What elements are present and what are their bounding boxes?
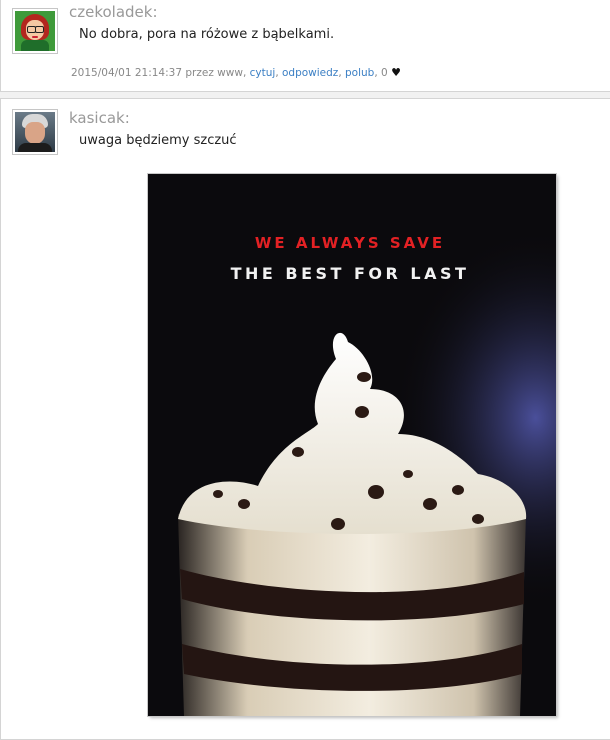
likes-count: 0 [381, 67, 388, 79]
avatar[interactable] [12, 109, 58, 155]
post-author: www [217, 67, 243, 79]
avatar-image [15, 11, 55, 51]
heart-icon: ♥ [391, 66, 401, 79]
reply-link[interactable]: odpowiedz [282, 67, 338, 79]
dessert-illustration [148, 174, 556, 716]
quote-link[interactable]: cytuj [250, 67, 276, 79]
post-czekoladek: czekoladek: No dobra, pora na różowe z b… [0, 0, 610, 92]
post-message: No dobra, pora na różowe z bąbelkami. [79, 27, 335, 42]
avatar[interactable] [12, 8, 58, 54]
avatar-image [15, 112, 55, 152]
post-by-label: przez [185, 67, 214, 79]
post-meta: 2015/04/01 21:14:37 przez www, cytuj, od… [71, 66, 401, 79]
poster-subheadline: THE BEST FOR LAST [230, 264, 470, 283]
post-username[interactable]: kasicak: [69, 109, 130, 127]
poster-headline: WE ALWAYS SAVE [254, 234, 446, 252]
post-datetime: 2015/04/01 21:14:37 [71, 67, 183, 79]
post-image[interactable]: WE ALWAYS SAVE THE BEST FOR LAST [148, 174, 556, 716]
like-link[interactable]: polub [345, 67, 374, 79]
post-message: uwaga będziemy szczuć [79, 133, 237, 148]
post-username[interactable]: czekoladek: [69, 3, 158, 21]
